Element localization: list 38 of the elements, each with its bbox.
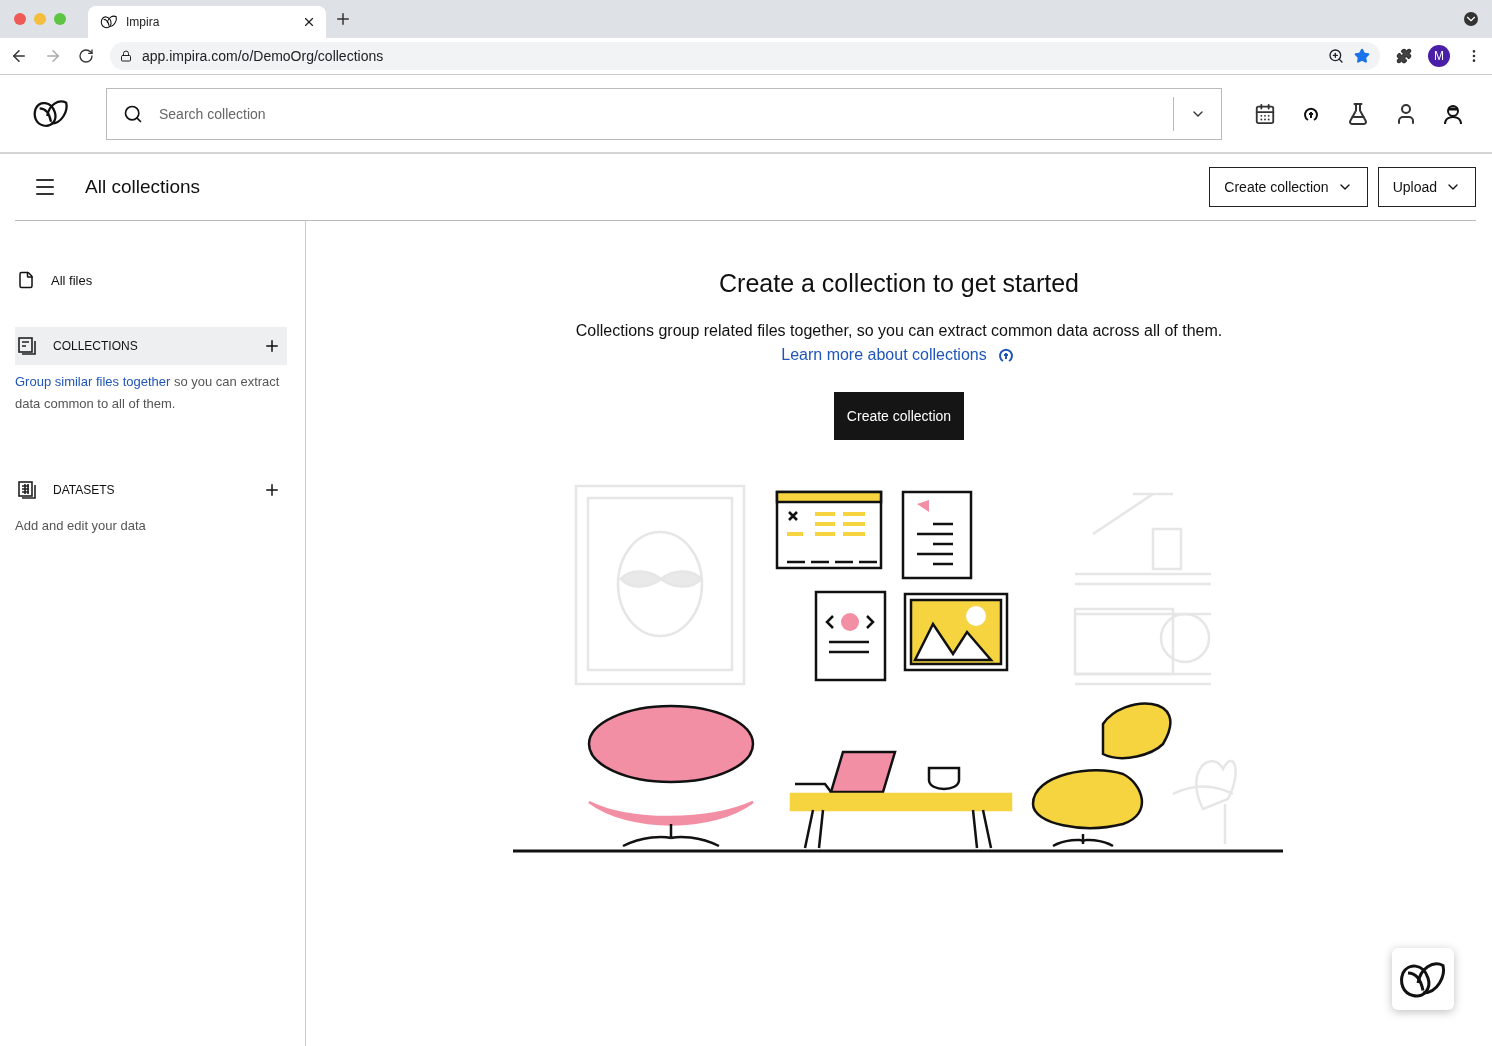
chat-button[interactable] <box>1392 948 1454 1010</box>
section-description: Add and edit your data <box>15 517 147 535</box>
section-description: Group similar files together so you can extract data common to all of them. <box>15 373 281 413</box>
file-icon <box>17 271 35 289</box>
search-field[interactable]: Search collection <box>106 87 1222 140</box>
back-button[interactable] <box>10 47 28 65</box>
zoom-icon[interactable] <box>1328 48 1344 64</box>
sidebar-section-header[interactable]: DATASETS <box>15 471 287 509</box>
search-icon <box>123 103 143 124</box>
calendar-icon[interactable] <box>1254 101 1276 126</box>
address-bar[interactable]: app.impira.com/o/DemoOrg/collections <box>110 42 1380 70</box>
reload-button[interactable] <box>78 48 94 64</box>
empty-state-text: Collections group related files together, so you can extract common data across all of them. <box>575 322 1223 340</box>
close-window-button[interactable] <box>14 13 26 25</box>
page-title: All collections <box>85 176 202 198</box>
collection-icon <box>17 336 37 356</box>
add-icon[interactable] <box>263 481 281 499</box>
sidebar-section-header[interactable]: COLLECTIONS <box>15 327 287 365</box>
dropdown-button[interactable]: Upload <box>1377 167 1476 207</box>
dataset-icon <box>17 480 37 500</box>
add-icon[interactable] <box>263 337 281 355</box>
logo-icon <box>100 14 118 30</box>
all-files-link[interactable]: All files <box>51 272 93 288</box>
browser-tab[interactable]: Impira <box>88 6 326 38</box>
profile-avatar[interactable]: M <box>1428 45 1450 67</box>
lock-icon <box>120 50 132 62</box>
create-collection-button[interactable]: Create collection <box>833 392 965 440</box>
logo-icon[interactable] <box>32 97 70 130</box>
extensions-button[interactable] <box>1396 48 1412 64</box>
star-icon[interactable] <box>1354 48 1370 64</box>
close-icon[interactable] <box>302 15 316 29</box>
empty-state-heading: Create a collection to get started <box>719 269 1079 298</box>
new-tab-button[interactable] <box>334 10 352 28</box>
learn-more-link[interactable]: Learn more about collections <box>781 346 1017 364</box>
tab-search-button[interactable] <box>1464 12 1478 26</box>
flask-icon[interactable] <box>1346 101 1370 126</box>
group-files-link[interactable]: Group similar files together <box>15 374 171 389</box>
dropdown-button[interactable]: Create collection <box>1209 167 1368 207</box>
